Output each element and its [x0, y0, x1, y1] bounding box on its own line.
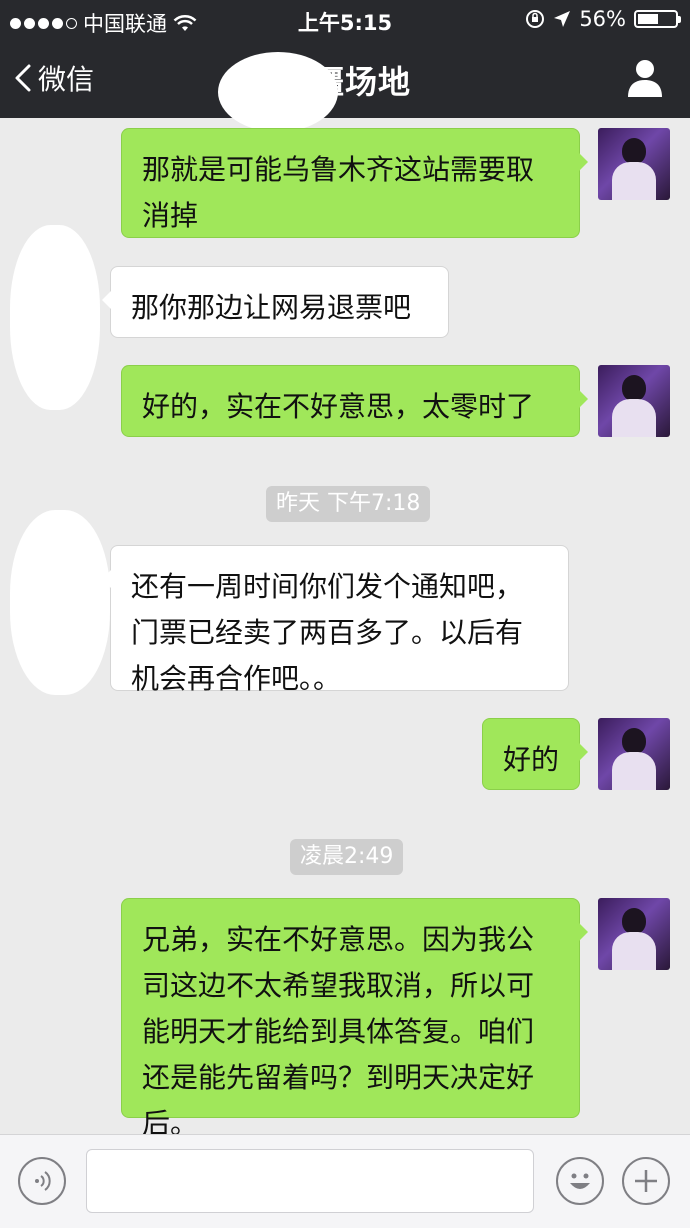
- timestamp-label: 凌晨2:49: [290, 839, 404, 875]
- message-bubble-out[interactable]: 兄弟，实在不好意思。因为我公司这边不太希望我取消，所以可能明天才能给到具体答复。…: [121, 898, 588, 1140]
- battery-icon: [634, 10, 681, 28]
- orientation-lock-icon: [526, 10, 545, 28]
- voice-icon: [35, 1171, 51, 1191]
- my-avatar[interactable]: [598, 718, 670, 790]
- nav-bar: 微信 新疆场地: [0, 40, 690, 132]
- profile-icon[interactable]: [626, 58, 664, 98]
- redacted-avatar: [10, 510, 110, 695]
- emoji-button[interactable]: [556, 1157, 604, 1205]
- timestamp-label: 昨天 下午7:18: [266, 486, 431, 522]
- voice-button[interactable]: [18, 1157, 66, 1205]
- more-button[interactable]: [622, 1157, 670, 1205]
- my-avatar[interactable]: [598, 128, 670, 200]
- battery-percent: 56%: [579, 7, 626, 31]
- message-input[interactable]: [86, 1149, 534, 1213]
- redaction-mark: [218, 52, 338, 132]
- message-bubble-in[interactable]: 那你那边让网易退票吧: [102, 266, 449, 338]
- redacted-avatar: [10, 225, 100, 410]
- message-bubble-out[interactable]: 好的，实在不好意思，太零时了: [121, 365, 588, 437]
- message-bubble-out[interactable]: 好的: [482, 718, 588, 790]
- plus-icon: [635, 1170, 657, 1192]
- status-bar: 中国联通 上午5:15 56%: [0, 0, 690, 40]
- my-avatar[interactable]: [598, 365, 670, 437]
- emoji-icon: [570, 1173, 590, 1189]
- message-bubble-in[interactable]: 还有一周时间你们发个通知吧，门票已经卖了两百多了。以后有机会再合作吧。。: [102, 545, 569, 695]
- input-bar: [0, 1134, 690, 1228]
- my-avatar[interactable]: [598, 898, 670, 970]
- message-bubble-out[interactable]: 那就是可能乌鲁木齐这站需要取消掉: [121, 128, 588, 238]
- chat-title: 新疆场地: [278, 63, 411, 101]
- location-arrow-icon: [554, 11, 571, 27]
